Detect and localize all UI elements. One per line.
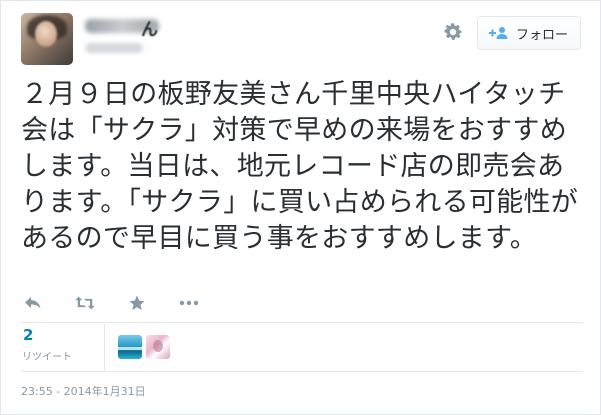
display-name-tail: ん bbox=[141, 20, 158, 40]
follow-button-label: フォロー bbox=[516, 27, 569, 43]
divider-bottom bbox=[21, 371, 583, 372]
divider-top bbox=[21, 322, 583, 323]
more-dots-icon[interactable] bbox=[179, 293, 199, 313]
stats-separator bbox=[104, 324, 105, 370]
retweet-icon[interactable] bbox=[75, 293, 95, 313]
retweeter-avatar[interactable] bbox=[146, 335, 170, 359]
retweet-label[interactable]: リツイート bbox=[22, 348, 72, 363]
favorite-star-icon[interactable] bbox=[127, 293, 147, 313]
retweet-count[interactable]: 2 bbox=[23, 326, 33, 344]
reply-icon[interactable] bbox=[23, 293, 43, 313]
screen-name-blurred[interactable] bbox=[85, 43, 143, 53]
tweet-text: ２月９日の板野友美さん千里中央ハイタッチ会は「サクラ」対策で早めの来場をおすすめ… bbox=[21, 79, 579, 254]
tweet-actions bbox=[23, 291, 231, 315]
person-plus-icon bbox=[488, 26, 508, 40]
avatar-face bbox=[35, 21, 57, 47]
avatar[interactable] bbox=[21, 13, 73, 65]
follow-button[interactable]: フォロー bbox=[477, 16, 581, 50]
tweet-card: ん フォロー ２月９日の板野友美さん千里中央ハイタッチ会は「サクラ」対策で早めの… bbox=[0, 0, 601, 415]
gear-icon[interactable] bbox=[442, 21, 464, 43]
tweet-timestamp[interactable]: 23:55 - 2014年1月31日 bbox=[21, 383, 146, 399]
retweeter-avatar[interactable] bbox=[118, 335, 142, 359]
